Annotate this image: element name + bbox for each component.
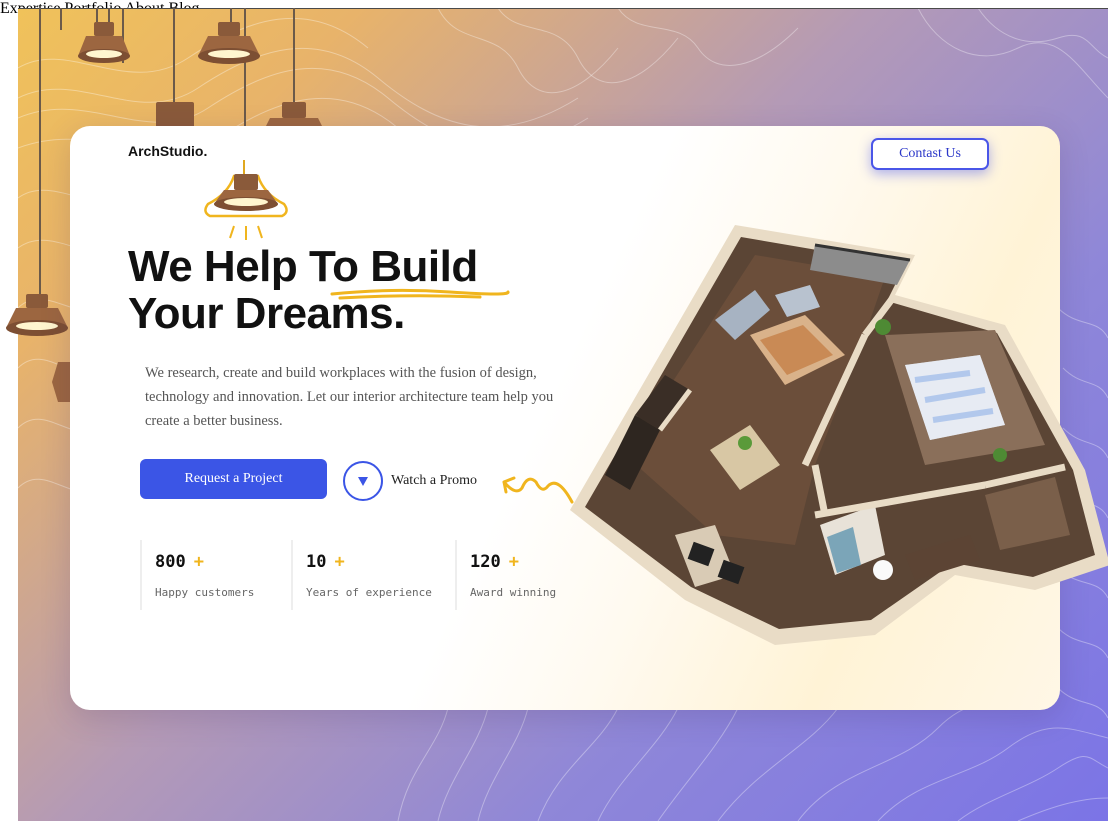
play-icon[interactable] bbox=[343, 461, 383, 501]
lamp-cord bbox=[39, 8, 41, 300]
hero-description: We research, create and build workplaces… bbox=[145, 365, 554, 429]
brand-logo[interactable]: ArchStudio. bbox=[128, 143, 207, 159]
stat-years-experience: 10 + Years of experience bbox=[291, 540, 454, 610]
pendant-lamp-icon bbox=[78, 22, 130, 63]
top-border-line bbox=[18, 8, 1108, 9]
stat-value: 120 bbox=[470, 552, 501, 572]
lamp-cord bbox=[293, 8, 295, 106]
title-underline-scribble bbox=[330, 288, 510, 300]
stat-plus: + bbox=[193, 552, 204, 572]
stat-plus: + bbox=[508, 552, 519, 572]
watch-promo-button[interactable]: Watch a Promo bbox=[343, 461, 477, 501]
stat-value: 10 bbox=[306, 552, 327, 572]
floorplan-illustration bbox=[570, 225, 1108, 645]
pendant-lamp-icon bbox=[204, 160, 288, 240]
pendant-lamp-icon bbox=[52, 362, 72, 402]
watch-promo-label: Watch a Promo bbox=[391, 473, 477, 488]
pendant-lamp-icon bbox=[198, 22, 260, 64]
lamp-cord bbox=[60, 8, 62, 30]
lamp-cord bbox=[173, 8, 175, 106]
stat-label: Happy customers bbox=[155, 586, 255, 599]
contact-us-button[interactable]: Contast Us bbox=[871, 138, 989, 170]
stat-label: Years of experience bbox=[306, 586, 432, 599]
request-project-button[interactable]: Request a Project bbox=[140, 459, 327, 499]
stat-happy-customers: 800 + Happy customers bbox=[140, 540, 290, 610]
hero-title-part: We Help bbox=[128, 242, 298, 291]
arrow-scribble-icon bbox=[502, 476, 574, 504]
stat-plus: + bbox=[334, 552, 345, 572]
stat-value: 800 bbox=[155, 552, 186, 572]
pendant-lamp-icon bbox=[6, 294, 68, 336]
